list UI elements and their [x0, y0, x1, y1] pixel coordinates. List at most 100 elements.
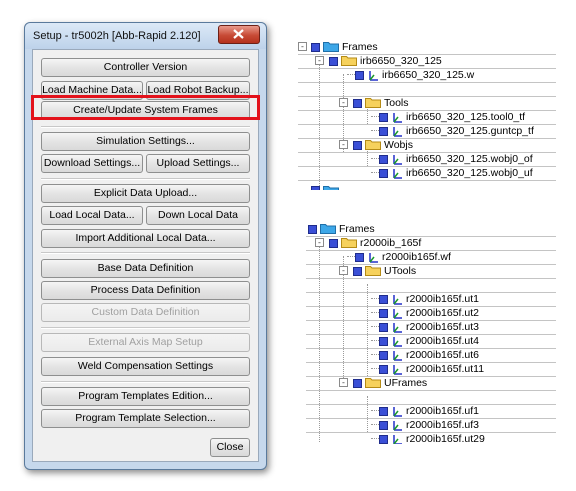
close-icon[interactable]: [218, 25, 260, 44]
frame-axis-icon: [393, 337, 402, 347]
folder-icon: [341, 238, 357, 248]
tree-label[interactable]: UTools: [384, 264, 416, 278]
frame-axis-icon: [393, 435, 402, 444]
node-square-icon: [353, 267, 362, 276]
frame-axis-icon: [393, 295, 402, 305]
folder-icon: [341, 56, 357, 66]
node-square-icon: [379, 323, 388, 332]
tree-label[interactable]: r2000ib165f.ut1: [406, 292, 479, 306]
expander-icon[interactable]: -: [339, 266, 348, 275]
node-square-icon: [353, 141, 362, 150]
tree-label[interactable]: r2000ib165f.ut3: [406, 320, 479, 334]
separator: [41, 381, 250, 383]
setup-dialog: Setup - tr5002h [Abb-Rapid 2.120] Contro…: [24, 22, 267, 470]
node-square-icon: [379, 365, 388, 374]
frame-axis-icon: [369, 71, 378, 81]
frame-axis-icon: [393, 309, 402, 319]
folder-icon: [323, 42, 339, 52]
dialog-title: Setup - tr5002h [Abb-Rapid 2.120]: [33, 30, 201, 42]
close-button[interactable]: Close: [210, 438, 250, 457]
node-square-icon: [379, 407, 388, 416]
separator: [41, 327, 250, 329]
frames-tree-fanuc: Frames - r2000ib_165f r2000ib165f.wf - U…: [306, 222, 556, 444]
tree-label[interactable]: irb6650_320_125.guntcp_tf: [406, 124, 534, 138]
simulation-settings-button[interactable]: Simulation Settings...: [41, 132, 250, 151]
node-square-icon: [355, 71, 364, 80]
node-square-icon: [308, 225, 317, 234]
down-local-data-button[interactable]: Down Local Data: [146, 206, 250, 225]
highlight-box: [31, 95, 260, 120]
tree-label[interactable]: irb6650_320_125.wobj0_uf: [406, 166, 533, 180]
custom-data-definition-button[interactable]: Custom Data Definition: [41, 303, 250, 322]
separator: [41, 178, 250, 180]
frames-tree-abb: - Frames - irb6650_320_125 irb6650_320_1…: [298, 40, 556, 190]
tree-label[interactable]: r2000ib165f.ut11: [406, 362, 484, 376]
upload-settings-button[interactable]: Upload Settings...: [146, 154, 250, 173]
folder-icon: [320, 224, 336, 234]
expander-icon[interactable]: -: [315, 238, 324, 247]
folder-icon: [365, 98, 381, 108]
tree-label[interactable]: r2000ib165f.uf1: [406, 404, 479, 418]
node-square-icon: [329, 57, 338, 66]
tree-label[interactable]: Tools: [384, 96, 409, 110]
node-square-icon: [329, 239, 338, 248]
separator: [41, 252, 250, 254]
tree-label[interactable]: Frames: [339, 222, 375, 236]
tree-label[interactable]: irb6650_320_125.w: [382, 68, 474, 82]
folder-icon: [365, 266, 381, 276]
load-local-data-button[interactable]: Load Local Data...: [41, 206, 143, 225]
weld-compensation-settings-button[interactable]: Weld Compensation Settings: [41, 357, 250, 376]
expander-icon[interactable]: -: [315, 56, 324, 65]
node-square-icon: [311, 186, 320, 190]
node-square-icon: [379, 127, 388, 136]
frame-axis-icon: [369, 253, 378, 263]
frame-axis-icon: [393, 169, 402, 179]
node-square-icon: [379, 169, 388, 178]
tree-label[interactable]: UFrames: [384, 376, 427, 390]
program-template-selection-button[interactable]: Program Template Selection...: [41, 409, 250, 428]
download-settings-button[interactable]: Download Settings...: [41, 154, 143, 173]
folder-icon: [323, 186, 339, 190]
base-data-definition-button[interactable]: Base Data Definition: [41, 259, 250, 278]
frame-axis-icon: [393, 113, 402, 123]
import-additional-local-data-button[interactable]: Import Additional Local Data...: [41, 229, 250, 248]
tree-label[interactable]: r2000ib165f.wf: [382, 250, 451, 264]
tree-label[interactable]: r2000ib165f.ut2: [406, 306, 479, 320]
node-square-icon: [379, 155, 388, 164]
frame-axis-icon: [393, 155, 402, 165]
tree-label[interactable]: irb6650_320_125.tool0_tf: [406, 110, 525, 124]
node-square-icon: [379, 295, 388, 304]
frame-axis-icon: [393, 323, 402, 333]
expander-icon[interactable]: -: [339, 378, 348, 387]
node-square-icon: [379, 113, 388, 122]
tree-label[interactable]: r2000ib165f.uf3: [406, 418, 479, 432]
frame-axis-icon: [393, 407, 402, 417]
external-axis-map-setup-button[interactable]: External Axis Map Setup: [41, 333, 250, 352]
node-square-icon: [379, 421, 388, 430]
node-square-icon: [379, 351, 388, 360]
explicit-data-upload-button[interactable]: Explicit Data Upload...: [41, 184, 250, 203]
expander-icon[interactable]: -: [339, 140, 348, 149]
tree-label[interactable]: Wobjs: [384, 138, 413, 152]
expander-icon[interactable]: -: [298, 42, 307, 51]
tree-label[interactable]: r2000ib165f.ut6: [406, 348, 479, 362]
node-square-icon: [355, 253, 364, 262]
folder-icon: [365, 378, 381, 388]
frame-axis-icon: [393, 351, 402, 361]
frame-axis-icon: [393, 127, 402, 137]
process-data-definition-button[interactable]: Process Data Definition: [41, 281, 250, 300]
tree-label[interactable]: r2000ib165f.ut29: [406, 432, 485, 444]
node-square-icon: [379, 309, 388, 318]
dialog-titlebar[interactable]: Setup - tr5002h [Abb-Rapid 2.120]: [25, 23, 266, 49]
controller-version-button[interactable]: Controller Version: [41, 58, 250, 77]
frame-axis-icon: [393, 421, 402, 431]
expander-icon[interactable]: -: [339, 98, 348, 107]
tree-label[interactable]: Frames: [342, 40, 378, 54]
tree-label[interactable]: r2000ib165f.ut4: [406, 334, 479, 348]
tree-label[interactable]: r2000ib_165f: [360, 236, 421, 250]
program-templates-edition-button[interactable]: Program Templates Edition...: [41, 387, 250, 406]
tree-label[interactable]: irb6650_320_125.wobj0_of: [406, 152, 533, 166]
node-square-icon: [353, 379, 362, 388]
tree-label[interactable]: irb6650_320_125: [360, 54, 442, 68]
node-square-icon: [353, 99, 362, 108]
